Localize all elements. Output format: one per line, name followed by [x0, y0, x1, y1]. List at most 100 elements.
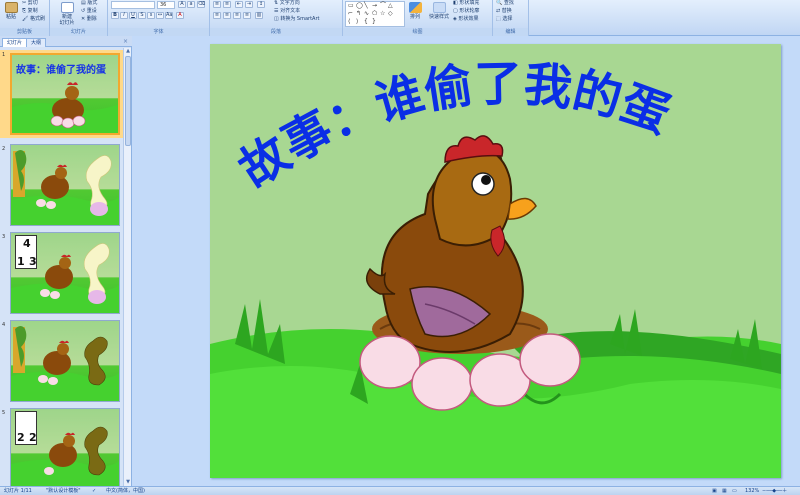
justify-button[interactable]: ≡: [243, 12, 251, 19]
font-group-label: 字体: [108, 28, 209, 36]
shape-outline-button[interactable]: ▢ 形状轮廓: [453, 8, 479, 15]
new-slide-button[interactable]: 新建 幻灯片: [56, 2, 78, 26]
bold-button[interactable]: B: [111, 12, 119, 19]
zoom-level: 132%: [745, 488, 760, 494]
bullets-button[interactable]: ≡: [213, 1, 221, 8]
increase-indent-button[interactable]: ⇥: [245, 1, 253, 8]
grow-font-button[interactable]: A: [178, 1, 186, 8]
pane-scrollbar[interactable]: ▲ ▼: [123, 48, 131, 486]
font-name-combo[interactable]: [111, 1, 155, 9]
slide-1-art: 故事：谁偷了我的蛋: [12, 63, 118, 133]
slide-thumbnail-1[interactable]: 1 故事：谁偷了我的蛋: [0, 50, 124, 138]
number-left: 2: [17, 431, 25, 444]
view-slideshow-icon[interactable]: ▭: [732, 487, 737, 495]
paste-icon: [4, 2, 18, 13]
delete-button[interactable]: ✕ 删除: [81, 16, 97, 23]
line-spacing-button[interactable]: ↕: [257, 1, 265, 8]
paste-button[interactable]: 粘贴: [3, 2, 19, 20]
font-size-combo[interactable]: 36: [157, 1, 175, 9]
slide-preview: 2 2: [10, 408, 120, 490]
number-right: 3: [29, 255, 37, 268]
view-sorter-icon[interactable]: ▦: [722, 487, 727, 495]
reset-button[interactable]: ↺ 重设: [81, 8, 97, 15]
clipboard-group: 粘贴 ✂ 剪切 ⎘ 复制 🖌 格式刷 剪贴板: [0, 0, 50, 36]
find-button[interactable]: 🔍 查找: [496, 0, 514, 7]
paragraph-group-label: 段落: [210, 28, 342, 36]
editing-group-label: 编辑: [493, 28, 528, 36]
language: 中文(简体，中国): [106, 488, 145, 494]
shape-effects-button[interactable]: ◈ 形状效果: [453, 16, 478, 23]
slide-preview: [10, 144, 120, 226]
format-painter-button[interactable]: 🖌 格式刷: [22, 16, 45, 23]
slide-4-art: [11, 326, 119, 401]
thumb-title: 故事：谁偷了我的蛋: [16, 63, 106, 76]
clear-format-button[interactable]: ⌫: [197, 1, 205, 8]
quick-styles-button[interactable]: 快速样式: [427, 2, 451, 20]
number-top: 4: [23, 237, 31, 250]
slide-artwork: 故事：谁偷了我的蛋: [210, 56, 781, 478]
number-box: 2 2: [15, 411, 37, 445]
slide-thumbnail-3[interactable]: 3 4 1 3: [0, 232, 124, 316]
arrange-button[interactable]: 排列: [407, 2, 423, 20]
slides-group: 新建 幻灯片 ▤ 版式 ↺ 重设 ✕ 删除 幻灯片: [50, 0, 108, 36]
copy-button[interactable]: ⎘ 复制: [22, 8, 38, 15]
scroll-thumb[interactable]: [125, 56, 131, 146]
spellcheck-icon[interactable]: ✓: [92, 487, 96, 495]
paragraph-group: ≡ ≡ ⇤ ⇥ ↕ ≡ ≡ ≡ ≡ ▥ ⇅ 文字方向 ☰ 对齐文本 ◫ 转换为 …: [210, 0, 343, 36]
theme-name: "默认设计模板": [46, 488, 81, 494]
case-button[interactable]: Aa: [165, 12, 173, 19]
number-right: 2: [29, 431, 37, 444]
slide-thumbnail-2[interactable]: 2: [0, 144, 124, 228]
shapes-gallery[interactable]: ▭ ◯ ╲ → ⌒ △ ⌐ ↰ ∿ ⬠ ☆ ◇ ⟨ ⟩ {}: [345, 1, 405, 27]
scroll-up-icon[interactable]: ▲: [124, 48, 132, 55]
slide-2-art: [11, 150, 119, 225]
align-right-button[interactable]: ≡: [233, 12, 241, 19]
select-button[interactable]: ⬚ 选择: [496, 16, 512, 23]
close-icon[interactable]: ×: [123, 38, 128, 45]
align-left-button[interactable]: ≡: [213, 12, 221, 19]
slide-preview: 故事：谁偷了我的蛋: [10, 53, 120, 135]
tab-slides[interactable]: 幻灯片: [2, 38, 28, 47]
arrange-icon: [408, 2, 422, 13]
drawing-group-label: 绘图: [343, 28, 492, 36]
underline-button[interactable]: U: [129, 12, 137, 19]
tab-outline[interactable]: 大纲: [26, 38, 47, 47]
slide-thumbnail-5[interactable]: 5 2 2: [0, 408, 124, 492]
text-direction-button[interactable]: ⇅ 文字方向: [274, 0, 300, 7]
main-slide[interactable]: 故事：谁偷了我的蛋: [210, 44, 781, 478]
slide-number: 4: [2, 322, 6, 328]
decrease-indent-button[interactable]: ⇤: [235, 1, 243, 8]
view-normal-icon[interactable]: ▣: [712, 487, 717, 495]
number-box: 4 1 3: [15, 235, 37, 269]
shadow-button[interactable]: s: [147, 12, 155, 19]
slides-pane: 幻灯片 大纲 × 1 故事：谁偷了我的蛋 2 3 4 1 3 4 5 2 2 ▲…: [0, 36, 132, 490]
font-color-button[interactable]: A: [176, 12, 184, 19]
slide-preview: [10, 320, 120, 402]
align-center-button[interactable]: ≡: [223, 12, 231, 19]
scroll-down-icon[interactable]: ▼: [124, 479, 132, 486]
shrink-font-button[interactable]: a: [187, 1, 195, 8]
ribbon: 粘贴 ✂ 剪切 ⎘ 复制 🖌 格式刷 剪贴板 新建 幻灯片 ▤ 版式 ↺ 重设 …: [0, 0, 800, 36]
spacing-button[interactable]: ↔: [156, 12, 164, 19]
italic-button[interactable]: I: [120, 12, 128, 19]
numbering-button[interactable]: ≡: [223, 1, 231, 8]
convert-smartart-button[interactable]: ◫ 转换为 SmartArt: [274, 16, 319, 23]
columns-button[interactable]: ▥: [255, 12, 263, 19]
slide-number: 3: [2, 234, 6, 240]
slide-number: 2: [2, 146, 6, 152]
new-slide-icon: [60, 2, 74, 13]
strike-button[interactable]: S: [138, 12, 146, 19]
slide-thumbnail-4[interactable]: 4: [0, 320, 124, 404]
layout-button[interactable]: ▤ 版式: [81, 0, 97, 7]
zoom-slider[interactable]: −──◆──＋: [762, 487, 787, 495]
number-left: 1: [17, 255, 25, 268]
drawing-group: ▭ ◯ ╲ → ⌒ △ ⌐ ↰ ∿ ⬠ ☆ ◇ ⟨ ⟩ {} 排列 快速样式 ◧ 形状填充 ▢…: [343, 0, 493, 36]
slide-number: 5: [2, 410, 6, 416]
slide-position: 幻灯片 1/11: [4, 488, 32, 494]
slide-preview: 4 1 3: [10, 232, 120, 314]
align-text-button[interactable]: ☰ 对齐文本: [274, 8, 300, 15]
slide-number: 1: [2, 52, 6, 58]
cut-button[interactable]: ✂ 剪切: [22, 0, 38, 7]
shape-fill-button[interactable]: ◧ 形状填充: [453, 0, 479, 7]
replace-button[interactable]: ⇄ 替换: [496, 8, 512, 15]
